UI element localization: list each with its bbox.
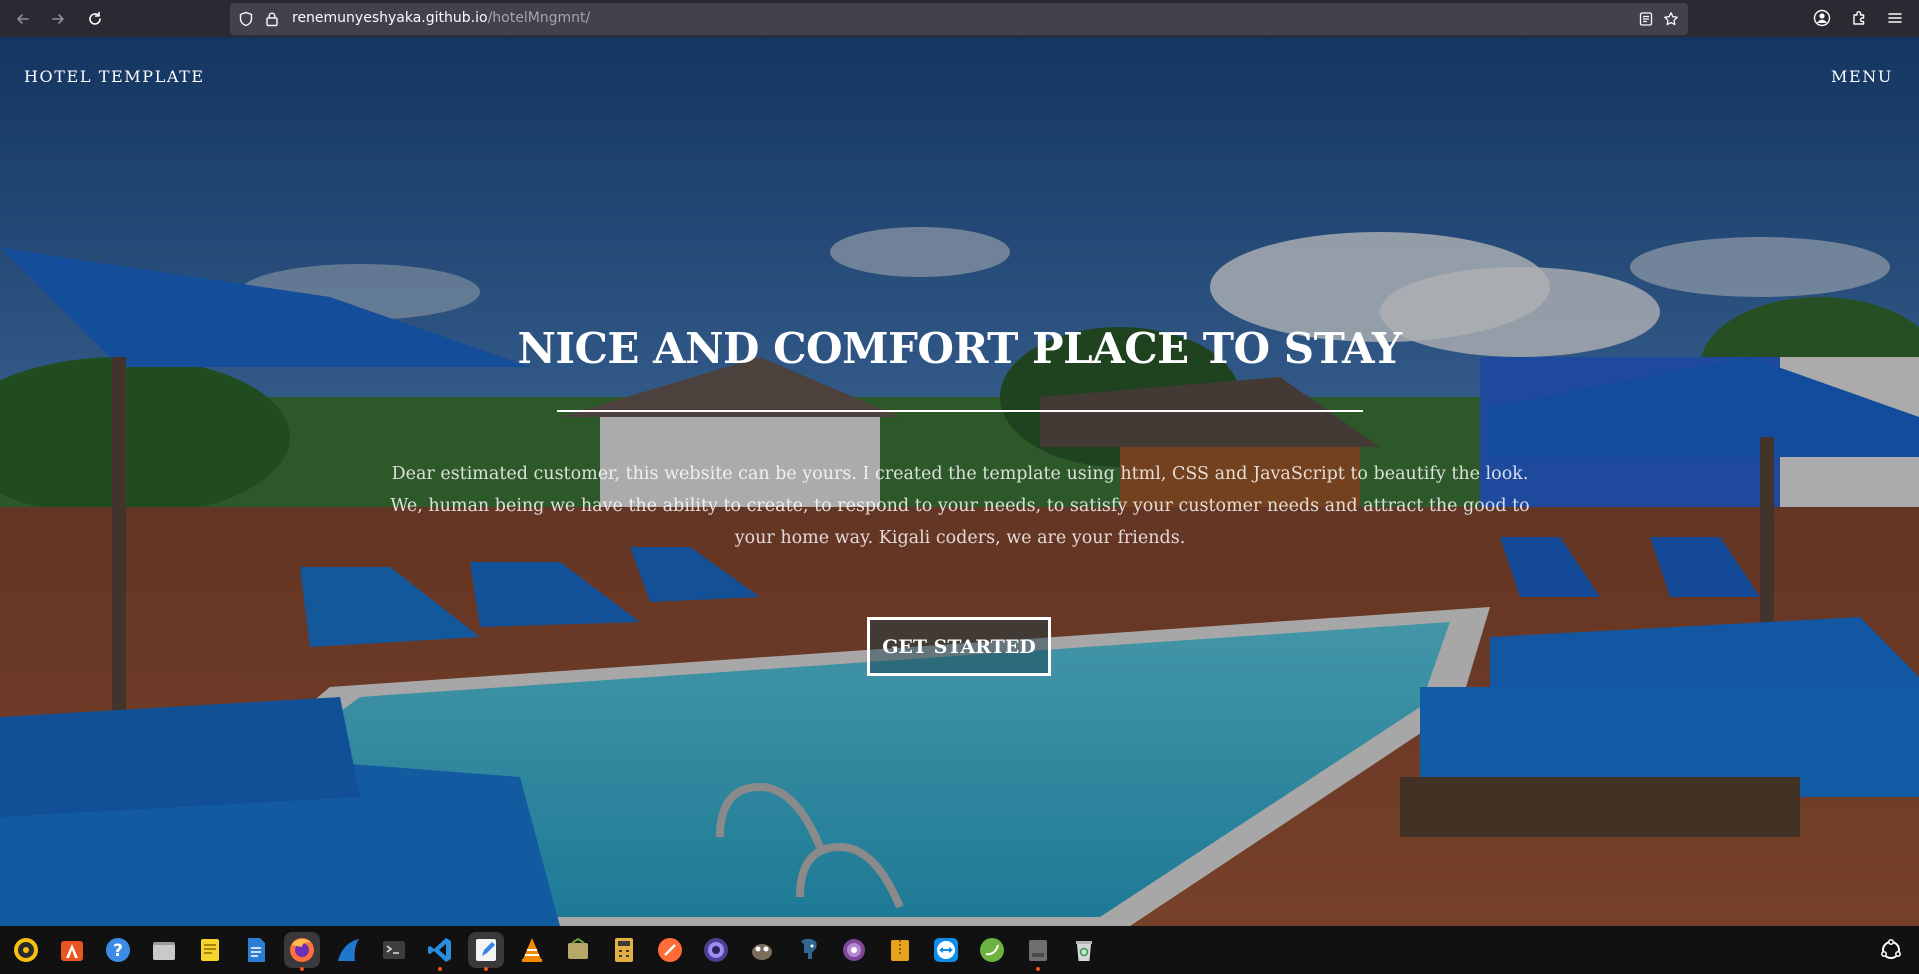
account-icon[interactable]: [1813, 9, 1831, 27]
teamviewer-icon: [934, 938, 958, 962]
hero-description: Dear estimated customer, this website ca…: [380, 458, 1540, 554]
dock-app-teamviewer[interactable]: [928, 932, 964, 968]
hero-title: NICE AND COMFORT PLACE TO STAY: [517, 324, 1402, 373]
arrow-left-icon: [17, 14, 29, 24]
hero-description-line: Dear estimated customer, this website ca…: [391, 464, 1529, 484]
app-center-icon: [61, 941, 83, 961]
files-icon: [153, 942, 175, 960]
url-host: renemunyeshyaka.github.io: [292, 10, 488, 26]
postgresql-icon: [801, 938, 817, 959]
browser-toolbar: renemunyeshyaka.github.io/hotelMngmnt/: [0, 0, 1919, 37]
spring-icon: [980, 938, 1004, 962]
hero-description-line: We, human being we have the ability to c…: [390, 496, 1530, 516]
notes-icon: [201, 939, 219, 961]
running-indicator: [300, 967, 304, 971]
dock-app-archive[interactable]: [882, 932, 918, 968]
dock-app-spring[interactable]: [974, 932, 1010, 968]
archive-manager-icon: [891, 940, 909, 961]
back-button[interactable]: [10, 6, 36, 32]
obs-icon: [704, 938, 728, 962]
show-apps-icon[interactable]: [1879, 938, 1903, 962]
tor-icon: [843, 939, 865, 961]
dock-app-writer[interactable]: [238, 932, 274, 968]
firefox-icon: [290, 938, 314, 962]
dock-app-notes[interactable]: [192, 932, 228, 968]
url-path: /hotelMngmnt/: [487, 10, 591, 26]
terminal-icon: [383, 941, 405, 959]
page-viewport: HOTEL TEMPLATE MENU NICE AND COMFORT PLA…: [0, 37, 1919, 926]
dock-app-calculator[interactable]: [606, 932, 642, 968]
url-text[interactable]: renemunyeshyaka.github.io/hotelMngmnt/: [292, 10, 590, 26]
vlc-icon: [522, 938, 542, 962]
dock-app-obs[interactable]: [698, 932, 734, 968]
libreoffice-writer-icon: [248, 938, 265, 962]
dock-app-wireshark[interactable]: [330, 932, 366, 968]
dock-app-files[interactable]: [146, 932, 182, 968]
filezilla-icon: [568, 937, 588, 959]
dock-app-gimp[interactable]: [744, 932, 780, 968]
dock-app-vscode[interactable]: [422, 932, 458, 971]
arrow-right-icon: [52, 14, 64, 24]
vscode-icon: [428, 938, 451, 962]
dock-app-terminal[interactable]: [376, 932, 412, 968]
reader-view-icon[interactable]: [1638, 11, 1654, 27]
extensions-icon[interactable]: [1851, 9, 1869, 27]
forward-button[interactable]: [45, 6, 71, 32]
running-indicator: [438, 967, 442, 971]
get-started-button[interactable]: GET STARTED: [867, 617, 1051, 676]
reload-button[interactable]: [82, 6, 108, 32]
hamburger-menu-icon[interactable]: [1886, 9, 1904, 27]
menu-link[interactable]: MENU: [1831, 67, 1893, 86]
lock-icon[interactable]: [264, 11, 280, 27]
site-logo[interactable]: HOTEL TEMPLATE: [24, 67, 205, 86]
dock-app-postman[interactable]: [652, 932, 688, 968]
dock-app-filezilla[interactable]: [560, 932, 596, 968]
dock-app-postgresql[interactable]: [790, 932, 826, 968]
dock-app-vlc[interactable]: [514, 932, 550, 968]
gimp-icon: [752, 944, 772, 960]
postman-icon: [658, 938, 682, 962]
dock-app-app-center[interactable]: [54, 932, 90, 968]
running-indicator: [484, 967, 488, 971]
reload-icon: [89, 11, 101, 25]
dock-app-trash[interactable]: [1066, 932, 1102, 968]
rhythmbox-icon: [14, 938, 38, 962]
trash-icon: [1076, 941, 1092, 961]
hero-description-line: your home way. Kigali coders, we are you…: [734, 528, 1186, 548]
svg-text:?: ?: [113, 941, 123, 961]
disk-icon: [1029, 940, 1047, 961]
running-indicator: [1036, 967, 1040, 971]
help-icon: ?: [106, 938, 130, 962]
shield-icon[interactable]: [238, 11, 254, 27]
calculator-icon: [615, 938, 633, 962]
dock-app-disk[interactable]: [1020, 932, 1056, 971]
bookmark-star-icon[interactable]: [1663, 11, 1679, 27]
address-bar[interactable]: renemunyeshyaka.github.io/hotelMngmnt/: [230, 3, 1688, 35]
dock-app-rhythmbox[interactable]: [8, 932, 44, 968]
hero-divider: [557, 410, 1363, 412]
gedit-icon: [476, 939, 496, 961]
dock-app-tor[interactable]: [836, 932, 872, 968]
wireshark-icon: [338, 939, 359, 961]
dock-app-firefox[interactable]: [284, 932, 320, 971]
dock: ?: [0, 926, 1919, 974]
dock-app-help[interactable]: ?: [100, 932, 136, 968]
dock-app-gedit[interactable]: [468, 932, 504, 971]
